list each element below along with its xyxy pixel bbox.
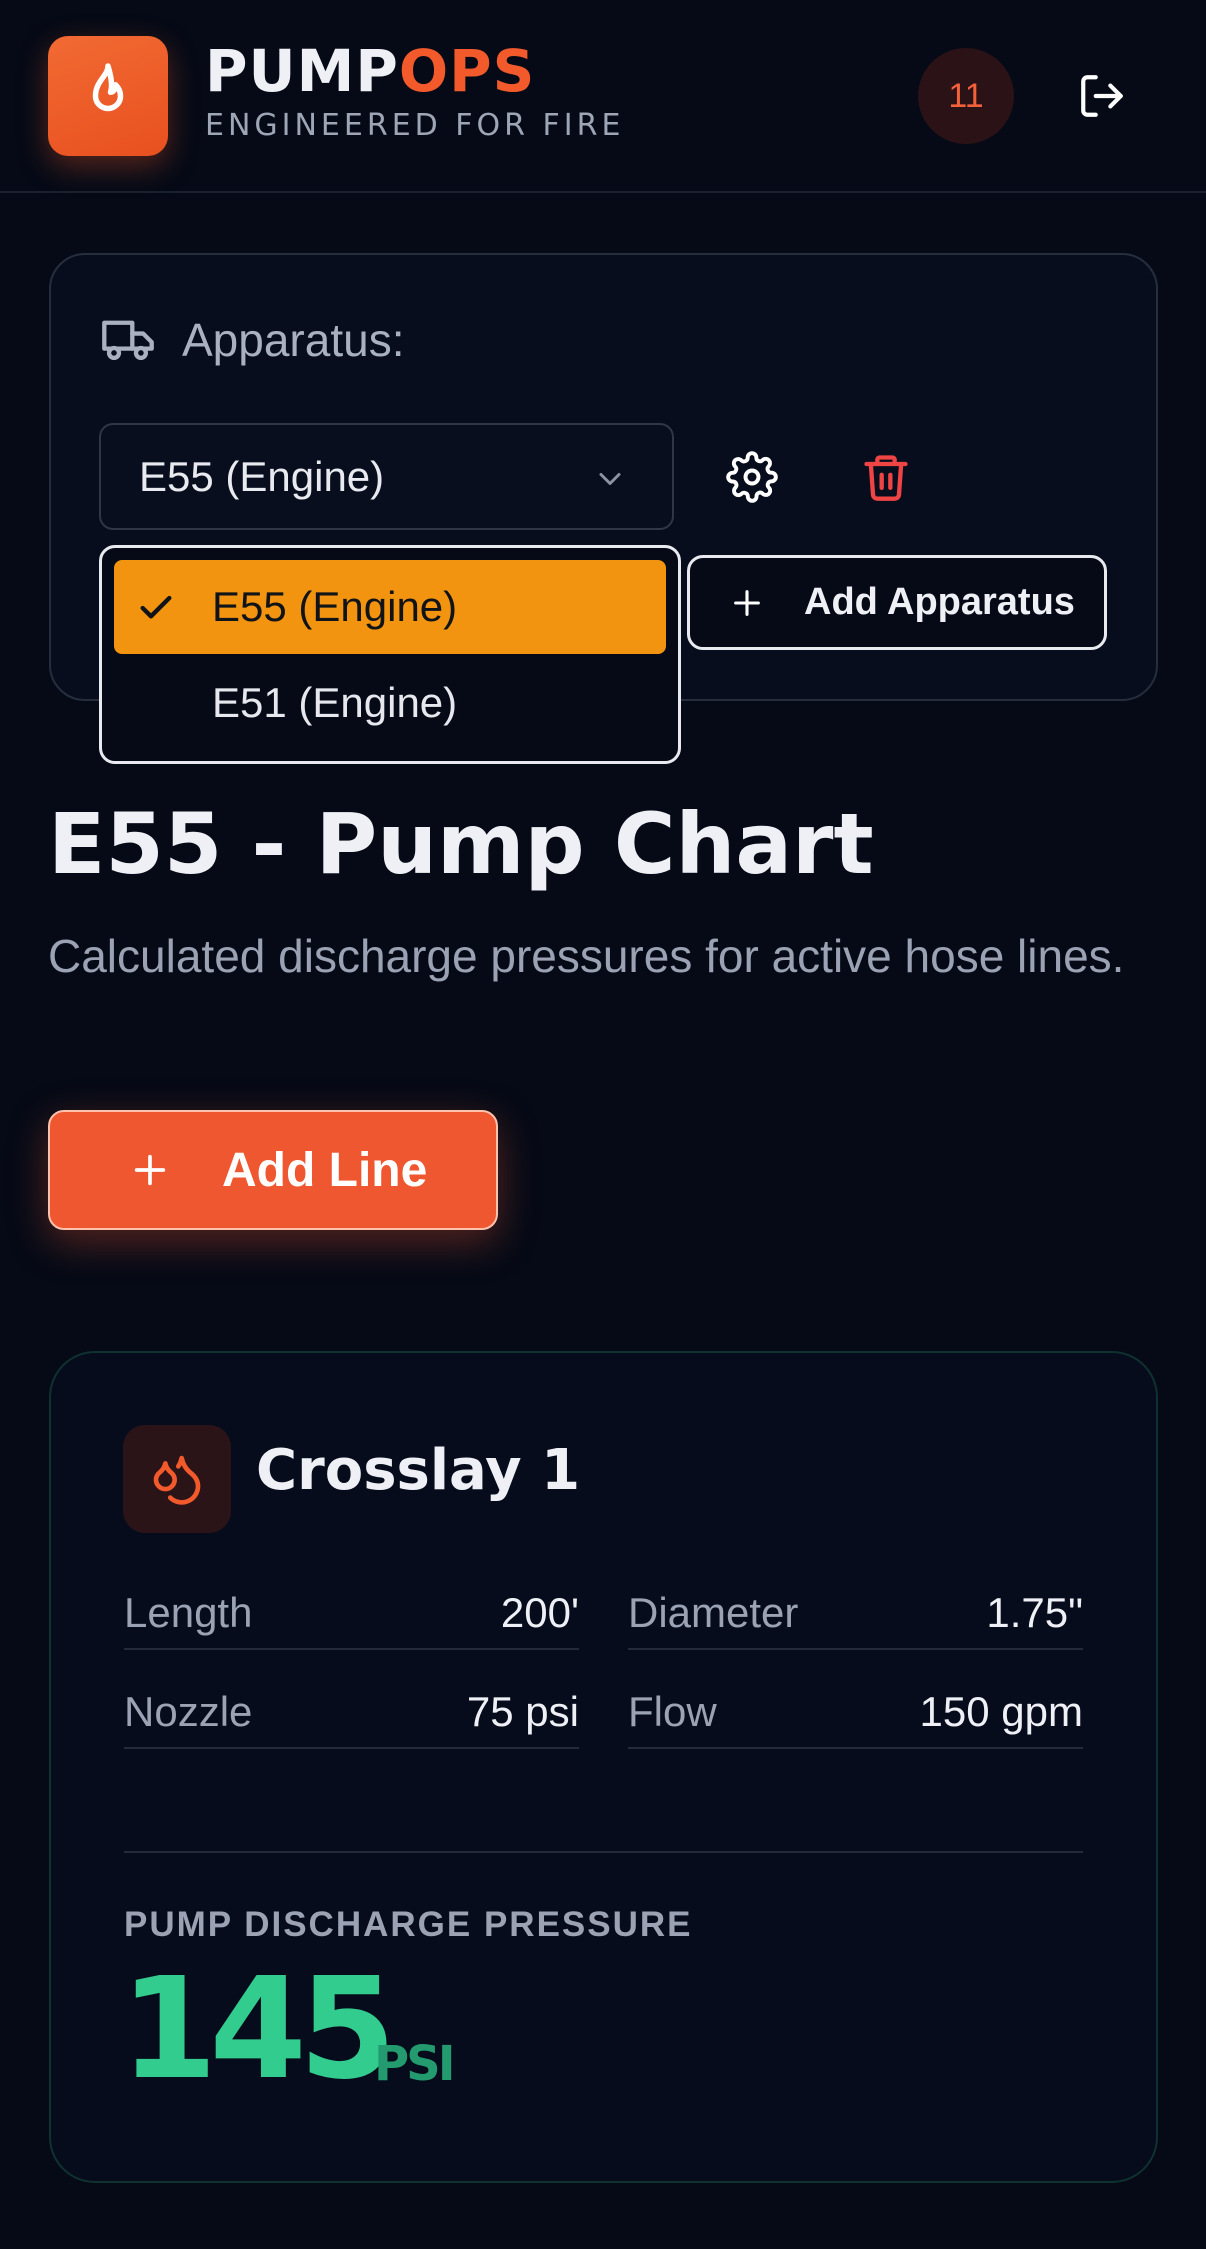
delete-apparatus-button[interactable] [860, 451, 912, 503]
stat-value: 75 psi [466, 1688, 579, 1735]
app-header: PUMPOPS ENGINEERED FOR FIRE 11 [0, 0, 1206, 193]
apparatus-settings-button[interactable] [726, 451, 778, 503]
logout-icon [1081, 75, 1123, 117]
notification-badge[interactable]: 11 [918, 48, 1014, 144]
check-icon [140, 595, 172, 619]
gear-icon [726, 451, 778, 503]
apparatus-select[interactable]: E55 (Engine) [99, 423, 674, 530]
droplets-icon [153, 1455, 201, 1505]
add-line-label: Add Line [222, 1143, 428, 1197]
logout-button[interactable] [1072, 66, 1132, 126]
stat-label: Diameter [628, 1589, 799, 1636]
stat-label: Flow [628, 1688, 717, 1735]
apparatus-dropdown-menu: E55 (Engine) E51 (Engine) [99, 545, 681, 764]
hose-line-icon-box [123, 1425, 231, 1533]
page-subtitle: Calculated discharge pressures for activ… [48, 930, 1125, 982]
truck-icon [102, 320, 154, 361]
add-line-button[interactable]: Add Line [48, 1110, 498, 1230]
stat-value: 200' [500, 1589, 579, 1636]
pump-discharge-pressure-value: 145 [120, 1948, 396, 2111]
apparatus-option-e55[interactable]: E55 (Engine) [114, 560, 666, 654]
add-apparatus-button[interactable]: Add Apparatus [687, 555, 1107, 650]
pump-discharge-pressure-unit: PSI [374, 2036, 456, 2092]
card-divider [124, 1851, 1083, 1853]
apparatus-label-row: Apparatus: [100, 312, 404, 368]
page-title: E55 - Pump Chart [48, 795, 874, 893]
plus-icon [734, 589, 760, 616]
stat-label: Nozzle [124, 1688, 253, 1735]
apparatus-label: Apparatus: [182, 314, 405, 366]
apparatus-selected-value: E55 (Engine) [139, 452, 385, 500]
pump-discharge-pressure-label: PUMP DISCHARGE PRESSURE [124, 1905, 693, 1944]
apparatus-option-label: E51 (Engine) [212, 679, 458, 726]
brand-part-1: PUMP [205, 37, 399, 105]
app-logo [48, 36, 168, 156]
trash-icon [864, 455, 908, 501]
stat-value: 150 gpm [919, 1688, 1083, 1735]
stat-nozzle: Nozzle 75 psi [124, 1677, 579, 1749]
apparatus-option-label: E55 (Engine) [212, 583, 458, 630]
stat-value: 1.75" [986, 1589, 1083, 1636]
stat-label: Length [124, 1589, 253, 1636]
apparatus-option-e51[interactable]: E51 (Engine) [114, 656, 666, 750]
stat-diameter: Diameter 1.75" [628, 1578, 1083, 1650]
brand-part-2: OPS [398, 37, 536, 105]
stat-length: Length 200' [124, 1578, 579, 1650]
stat-flow: Flow 150 gpm [628, 1677, 1083, 1749]
brand-name: PUMPOPS [205, 36, 535, 106]
add-apparatus-label: Add Apparatus [804, 581, 1075, 623]
hose-line-name: Crosslay 1 [256, 1438, 581, 1503]
brand-tagline: ENGINEERED FOR FIRE [205, 108, 625, 143]
flame-icon [92, 63, 124, 112]
plus-icon [134, 1154, 166, 1186]
chevron-down-icon [599, 473, 621, 485]
